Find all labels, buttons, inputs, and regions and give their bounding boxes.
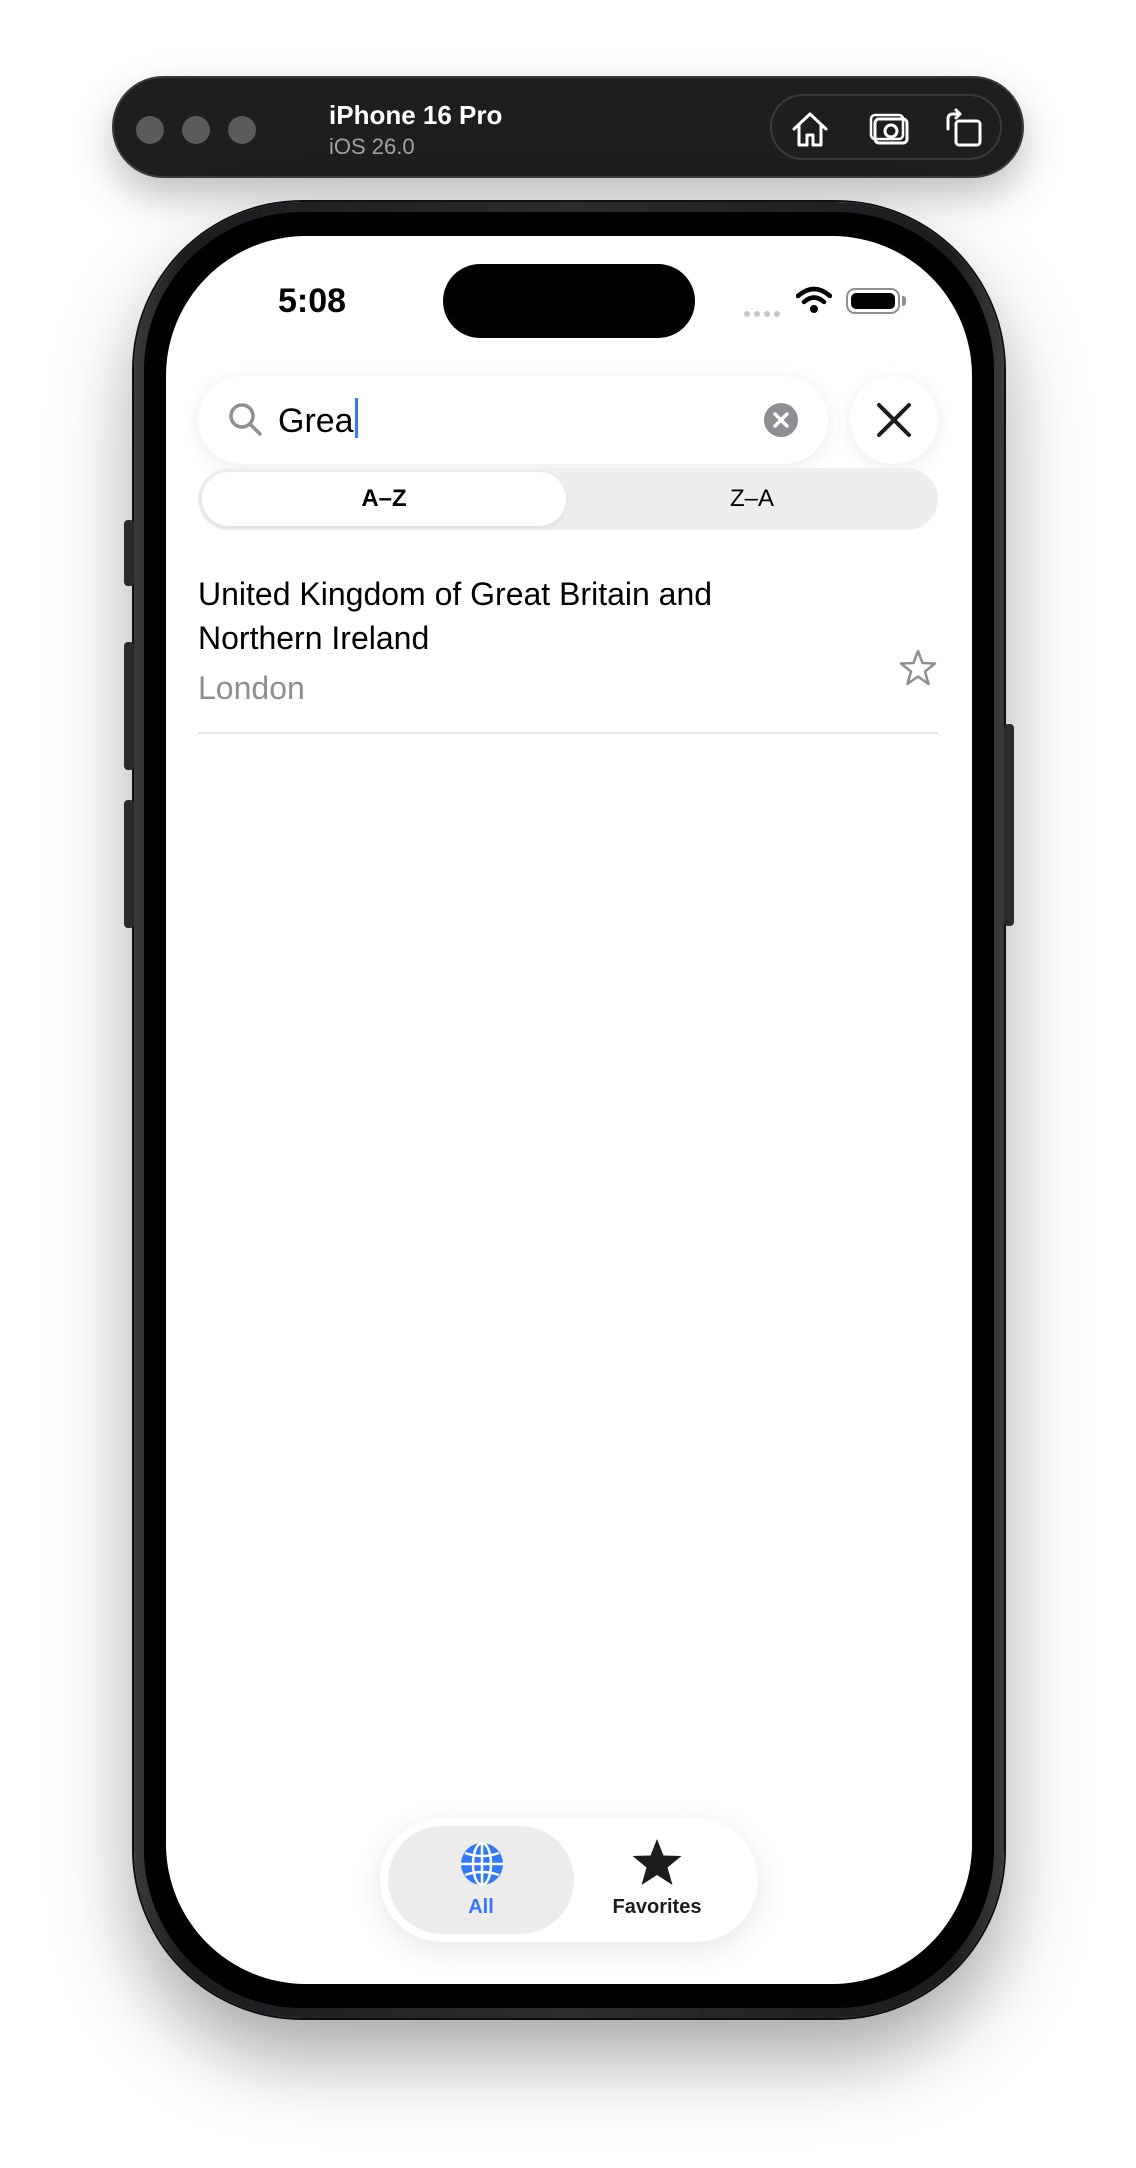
battery-cap — [902, 296, 906, 306]
search-input-value: Grea — [278, 402, 354, 440]
favorite-star-icon[interactable] — [898, 648, 938, 693]
row-divider — [198, 732, 938, 734]
sort-option-a-z[interactable]: A–Z — [202, 472, 566, 526]
battery-icon — [846, 288, 900, 314]
wifi-icon — [795, 286, 833, 319]
simulator-actions — [770, 94, 1002, 160]
search-input[interactable]: Grea — [278, 398, 358, 441]
screenshot-icon[interactable] — [868, 107, 912, 151]
window-zoom-dot[interactable] — [228, 116, 256, 144]
search-icon — [226, 400, 264, 443]
search-field[interactable]: Grea — [198, 376, 828, 464]
sort-segmented-control: A–Z Z–A — [198, 468, 938, 530]
clear-search-icon[interactable] — [764, 403, 798, 442]
list-item[interactable]: United Kingdom of Great Britain and Nort… — [198, 572, 938, 706]
window-close-dot[interactable] — [136, 116, 164, 144]
tab-all-label: All — [468, 1896, 494, 1918]
simulator-toolbar: iPhone 16 Pro iOS 26.0 — [112, 76, 1024, 178]
sort-option-z-a[interactable]: Z–A — [570, 472, 934, 526]
close-search-button[interactable] — [850, 376, 938, 464]
star-fill-icon — [632, 1839, 682, 1885]
dynamic-island — [443, 264, 695, 338]
globe-icon — [461, 1841, 503, 1887]
close-icon — [877, 403, 911, 437]
tab-bar: All Favorites — [380, 1818, 758, 1942]
cellular-signal-icon — [744, 304, 784, 322]
power-button — [1004, 724, 1014, 926]
volume-down-button — [124, 800, 134, 928]
os-version: iOS 26.0 — [329, 134, 415, 159]
tab-favorites[interactable]: Favorites — [564, 1826, 750, 1934]
home-icon[interactable] — [788, 107, 832, 151]
status-time: 5:08 — [278, 282, 347, 320]
volume-up-button — [124, 642, 134, 770]
device-name: iPhone 16 Pro — [329, 100, 503, 130]
country-name: United Kingdom of Great Britain and Nort… — [198, 576, 713, 656]
text-caret — [354, 398, 358, 438]
window-minimize-dot[interactable] — [182, 116, 210, 144]
tab-favorites-label: Favorites — [612, 1896, 702, 1918]
app-screen: 5:08 Grea A–Z Z–A United Kingdom of Grea… — [166, 236, 972, 1984]
action-button — [124, 520, 134, 586]
country-capital: London — [198, 670, 305, 706]
tab-all[interactable]: All — [388, 1826, 574, 1934]
rotate-icon[interactable] — [942, 107, 986, 151]
